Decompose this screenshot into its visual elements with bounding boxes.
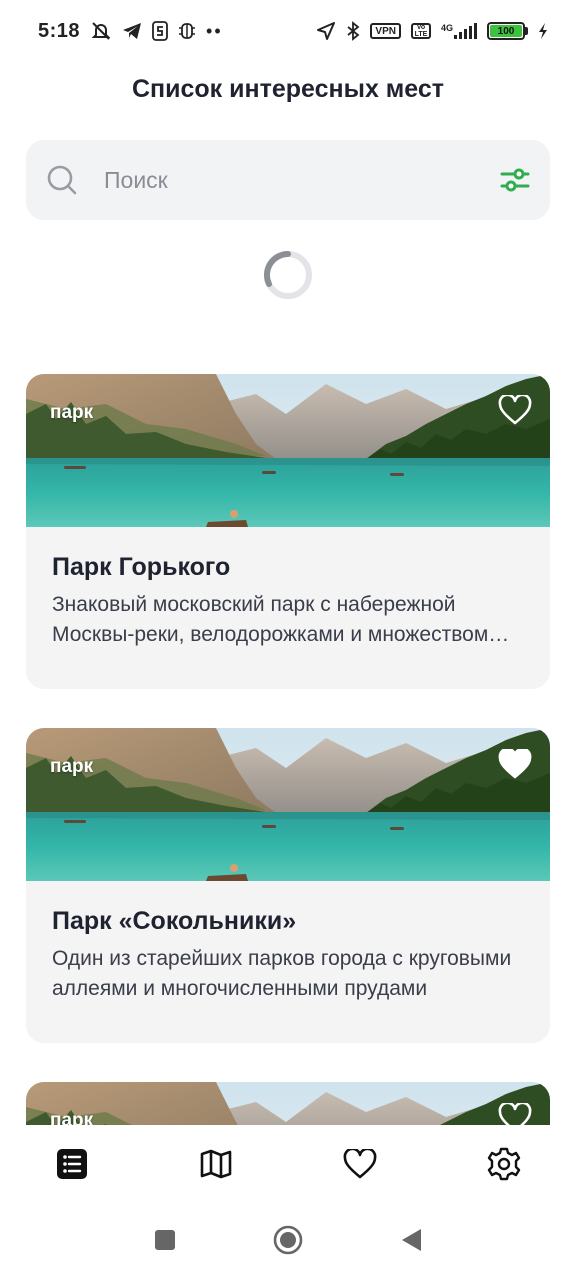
place-category: парк [50,756,94,777]
nav-item-map[interactable] [181,1129,251,1199]
telegram-icon [122,22,142,40]
charging-icon [538,22,548,40]
search-icon [47,165,77,195]
bluetooth-icon [346,21,360,41]
search-bar[interactable] [26,140,550,220]
place-category: парк [50,402,94,423]
cell-signal: 4G [441,23,477,39]
lake-photo-image [26,374,550,527]
place-photo: парк [26,374,550,527]
network-type-label: 4G [440,23,453,33]
status-time: 5:18 [38,19,81,42]
recent-apps-button[interactable] [153,1228,177,1257]
vpn-badge: VPN [370,23,401,39]
settings-icon [487,1147,521,1181]
location-icon [316,21,336,41]
status-left: 5:18 •• [38,20,223,43]
status-right: VPN Vo LTE 4G 100 [316,21,548,41]
card-body: Парк «Сокольники» Один из старейших парк… [26,881,550,1043]
volte-badge: Vo LTE [410,23,431,39]
place-card[interactable]: парк Парк Горького Знаковый московский п… [26,374,550,689]
nav-item-list[interactable] [37,1129,107,1199]
page-title: Список интересных мест [131,75,445,103]
bug-app-icon [178,21,196,41]
loading-spinner [264,250,312,299]
place-description: Один из старейших парков города с кругов… [52,947,512,1000]
battery-icon: 100 [487,22,528,40]
heart-outline-icon [498,395,532,425]
bottom-navigation [0,1125,576,1203]
place-title: Парк Горького [52,553,231,581]
place-description: Знаковый московский парк с набережной Мо… [52,593,489,646]
list-icon [57,1149,87,1179]
nav-item-settings[interactable] [469,1129,539,1199]
battery-level: 100 [490,25,522,37]
more-notifications-icon: •• [206,21,223,41]
search-input[interactable] [104,166,500,194]
map-icon [200,1149,232,1179]
s-app-icon [152,21,168,41]
favorite-button[interactable] [498,748,532,780]
status-bar: 5:18 •• VPN Vo LTE 4G 100 [0,0,576,62]
home-button[interactable] [273,1225,303,1260]
system-navigation-bar [0,1205,576,1280]
heart-filled-icon [498,749,532,779]
nav-item-favorites[interactable] [325,1129,395,1199]
mute-notification-icon [90,21,112,41]
lake-photo-image [26,728,550,881]
heart-icon [343,1149,377,1179]
favorite-button[interactable] [498,394,532,426]
card-body: Парк Горького Знаковый московский парк с… [26,527,550,689]
back-button[interactable] [399,1227,423,1258]
back-triangle-icon [402,1229,421,1251]
square-icon [155,1230,175,1250]
place-title: Парк «Сокольники» [52,907,297,935]
signal-bars-icon [454,23,477,39]
circle-home-icon [273,1225,303,1255]
place-photo: парк [26,728,550,881]
place-card[interactable]: парк Парк «Сокольники» Один из старейших… [26,728,550,1043]
filter-icon[interactable] [500,167,530,193]
